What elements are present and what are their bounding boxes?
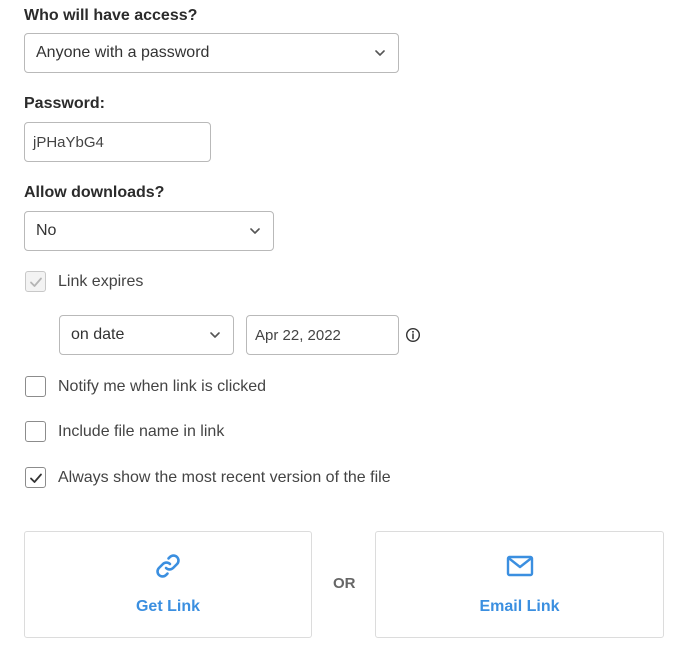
link-expires-row: Link expires — [25, 271, 143, 292]
access-select[interactable]: Anyone with a password — [24, 33, 399, 73]
include-filename-label: Include file name in link — [58, 422, 225, 440]
info-icon[interactable] — [405, 327, 421, 343]
recent-version-checkbox[interactable] — [25, 467, 46, 488]
downloads-select-value: No — [36, 222, 57, 239]
checkmark-icon — [29, 277, 42, 287]
link-expires-checkbox[interactable] — [25, 271, 46, 292]
email-link-button[interactable]: Email Link — [375, 531, 664, 638]
expiry-mode-value: on date — [71, 326, 125, 343]
recent-version-label: Always show the most recent version of t… — [58, 468, 391, 486]
chevron-down-icon — [250, 228, 260, 234]
expiry-mode-select[interactable]: on date — [59, 315, 234, 355]
filename-option-row: Include file name in link — [25, 421, 224, 442]
checkmark-icon — [29, 473, 42, 483]
include-filename-checkbox[interactable] — [25, 421, 46, 442]
chevron-down-icon — [375, 50, 385, 56]
or-separator: OR — [333, 575, 356, 592]
downloads-select[interactable]: No — [24, 211, 274, 251]
link-expires-label: Link expires — [58, 272, 144, 290]
expiry-date-field[interactable]: Apr 22, 2022 — [246, 315, 399, 355]
notify-option-row: Notify me when link is clicked — [25, 376, 266, 397]
access-select-value: Anyone with a password — [36, 44, 210, 61]
recent-version-option-row: Always show the most recent version of t… — [25, 467, 391, 488]
link-icon — [156, 554, 180, 578]
notify-checkbox[interactable] — [25, 376, 46, 397]
password-value: jPHaYbG4 — [33, 133, 104, 151]
get-link-button[interactable]: Get Link — [24, 531, 312, 638]
chevron-down-icon — [210, 332, 220, 338]
notify-label: Notify me when link is clicked — [58, 377, 267, 395]
downloads-label: Allow downloads? — [24, 184, 165, 201]
mail-icon — [506, 555, 533, 577]
email-link-label: Email Link — [479, 598, 560, 615]
access-label: Who will have access? — [24, 7, 198, 24]
password-label: Password: — [24, 95, 105, 112]
password-field[interactable]: jPHaYbG4 — [24, 122, 211, 162]
get-link-label: Get Link — [135, 598, 200, 615]
expiry-date-value: Apr 22, 2022 — [255, 326, 341, 344]
